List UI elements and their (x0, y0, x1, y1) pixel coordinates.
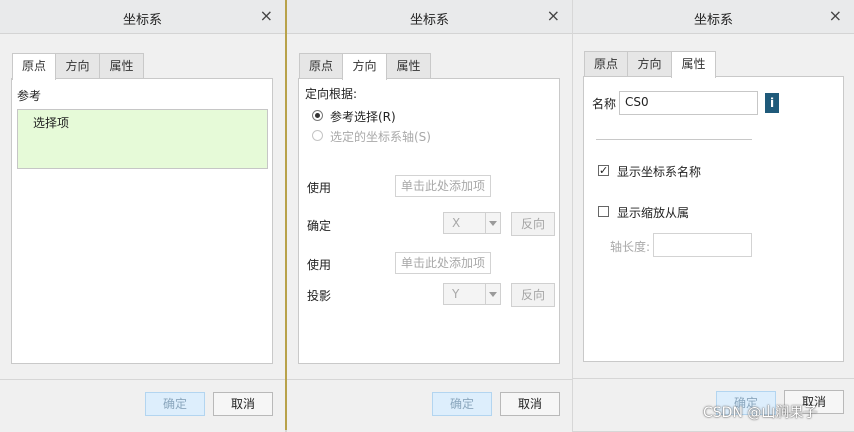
radio-selected-axis[interactable] (312, 130, 323, 141)
tab-direction[interactable]: 方向 (627, 51, 672, 76)
cancel-button[interactable]: 取消 (500, 392, 560, 416)
dialog-origin: 坐标系 × 原点 方向 属性 参考 选择项 确定 取消 (0, 0, 285, 432)
radio-reference-selection[interactable] (312, 110, 323, 121)
radio-reference-selection-label[interactable]: 参考选择(R) (330, 108, 396, 125)
cancel-button[interactable]: 取消 (213, 392, 273, 416)
tab-direction[interactable]: 方向 (342, 53, 387, 80)
orient-by-label: 定向根据: (305, 87, 358, 101)
axis-select-1-value: X (452, 216, 461, 230)
tab-properties[interactable]: 属性 (386, 53, 431, 78)
title-bar[interactable]: 坐标系 × (0, 0, 285, 34)
selection-item[interactable]: 选择项 (33, 114, 69, 131)
name-label: 名称 (592, 97, 617, 111)
show-scale-checkbox[interactable] (598, 206, 609, 217)
name-field[interactable]: CS0 (619, 91, 758, 115)
ok-button[interactable]: 确定 (432, 392, 492, 416)
reference-input-2[interactable]: 单击此处添加项 (395, 252, 491, 274)
use-label-1: 使用 (307, 181, 332, 195)
dialog-title: 坐标系 (122, 13, 162, 28)
show-name-checkbox[interactable]: ✓ (598, 165, 609, 176)
title-bar[interactable]: 坐标系 × (287, 0, 572, 34)
tab-properties[interactable]: 属性 (671, 51, 716, 78)
axis-select-2[interactable]: Y (443, 283, 501, 305)
dialog-title: 坐标系 (693, 13, 733, 28)
reference-selection-box[interactable]: 选择项 (17, 109, 268, 169)
tab-origin[interactable]: 原点 (12, 53, 56, 80)
axis-select-1[interactable]: X (443, 212, 501, 234)
axis-select-2-value: Y (452, 287, 460, 301)
flip-button-2[interactable]: 反向 (511, 283, 555, 307)
tab-properties[interactable]: 属性 (99, 53, 144, 78)
radio-selected-axis-label[interactable]: 选定的坐标系轴(S) (330, 128, 431, 145)
show-name-label[interactable]: 显示坐标系名称 (617, 163, 701, 180)
tab-panel: 参考 选择项 (11, 78, 273, 364)
close-icon[interactable]: × (829, 6, 842, 26)
chevron-down-icon[interactable] (485, 284, 500, 304)
chevron-down-icon[interactable] (485, 213, 500, 233)
axis-length-field[interactable] (653, 233, 752, 257)
reference-input-1[interactable]: 单击此处添加项 (395, 175, 491, 197)
tab-panel: 名称 CS0 i ✓ 显示坐标系名称 显示缩放从属 轴长度: (583, 76, 844, 362)
dialog-direction: 坐标系 × 原点 方向 属性 定向根据: 参考选择(R) 选定的坐标系轴(S) … (287, 0, 572, 432)
ok-button[interactable]: 确定 (145, 392, 205, 416)
close-icon[interactable]: × (547, 6, 560, 26)
title-bar[interactable]: 坐标系 × (573, 0, 854, 34)
axis-length-label: 轴长度: (610, 240, 651, 254)
separator (596, 139, 752, 140)
tab-origin[interactable]: 原点 (584, 51, 628, 76)
determine-label: 确定 (307, 219, 332, 233)
show-scale-label[interactable]: 显示缩放从属 (617, 204, 689, 221)
project-label: 投影 (307, 289, 332, 303)
dialog-title: 坐标系 (409, 13, 449, 28)
reference-label: 参考 (17, 89, 42, 103)
watermark: CSDN @山涧果子 (703, 405, 818, 421)
use-label-2: 使用 (307, 258, 332, 272)
dialog-properties: 坐标系 × 原点 方向 属性 名称 CS0 i ✓ 显示坐标系名称 显示缩放从属… (573, 0, 854, 431)
tab-origin[interactable]: 原点 (299, 53, 343, 78)
info-icon[interactable]: i (765, 93, 779, 113)
tab-panel: 定向根据: 参考选择(R) 选定的坐标系轴(S) 使用 单击此处添加项 确定 X… (298, 78, 560, 364)
tab-direction[interactable]: 方向 (55, 53, 100, 78)
flip-button-1[interactable]: 反向 (511, 212, 555, 236)
close-icon[interactable]: × (260, 6, 273, 26)
